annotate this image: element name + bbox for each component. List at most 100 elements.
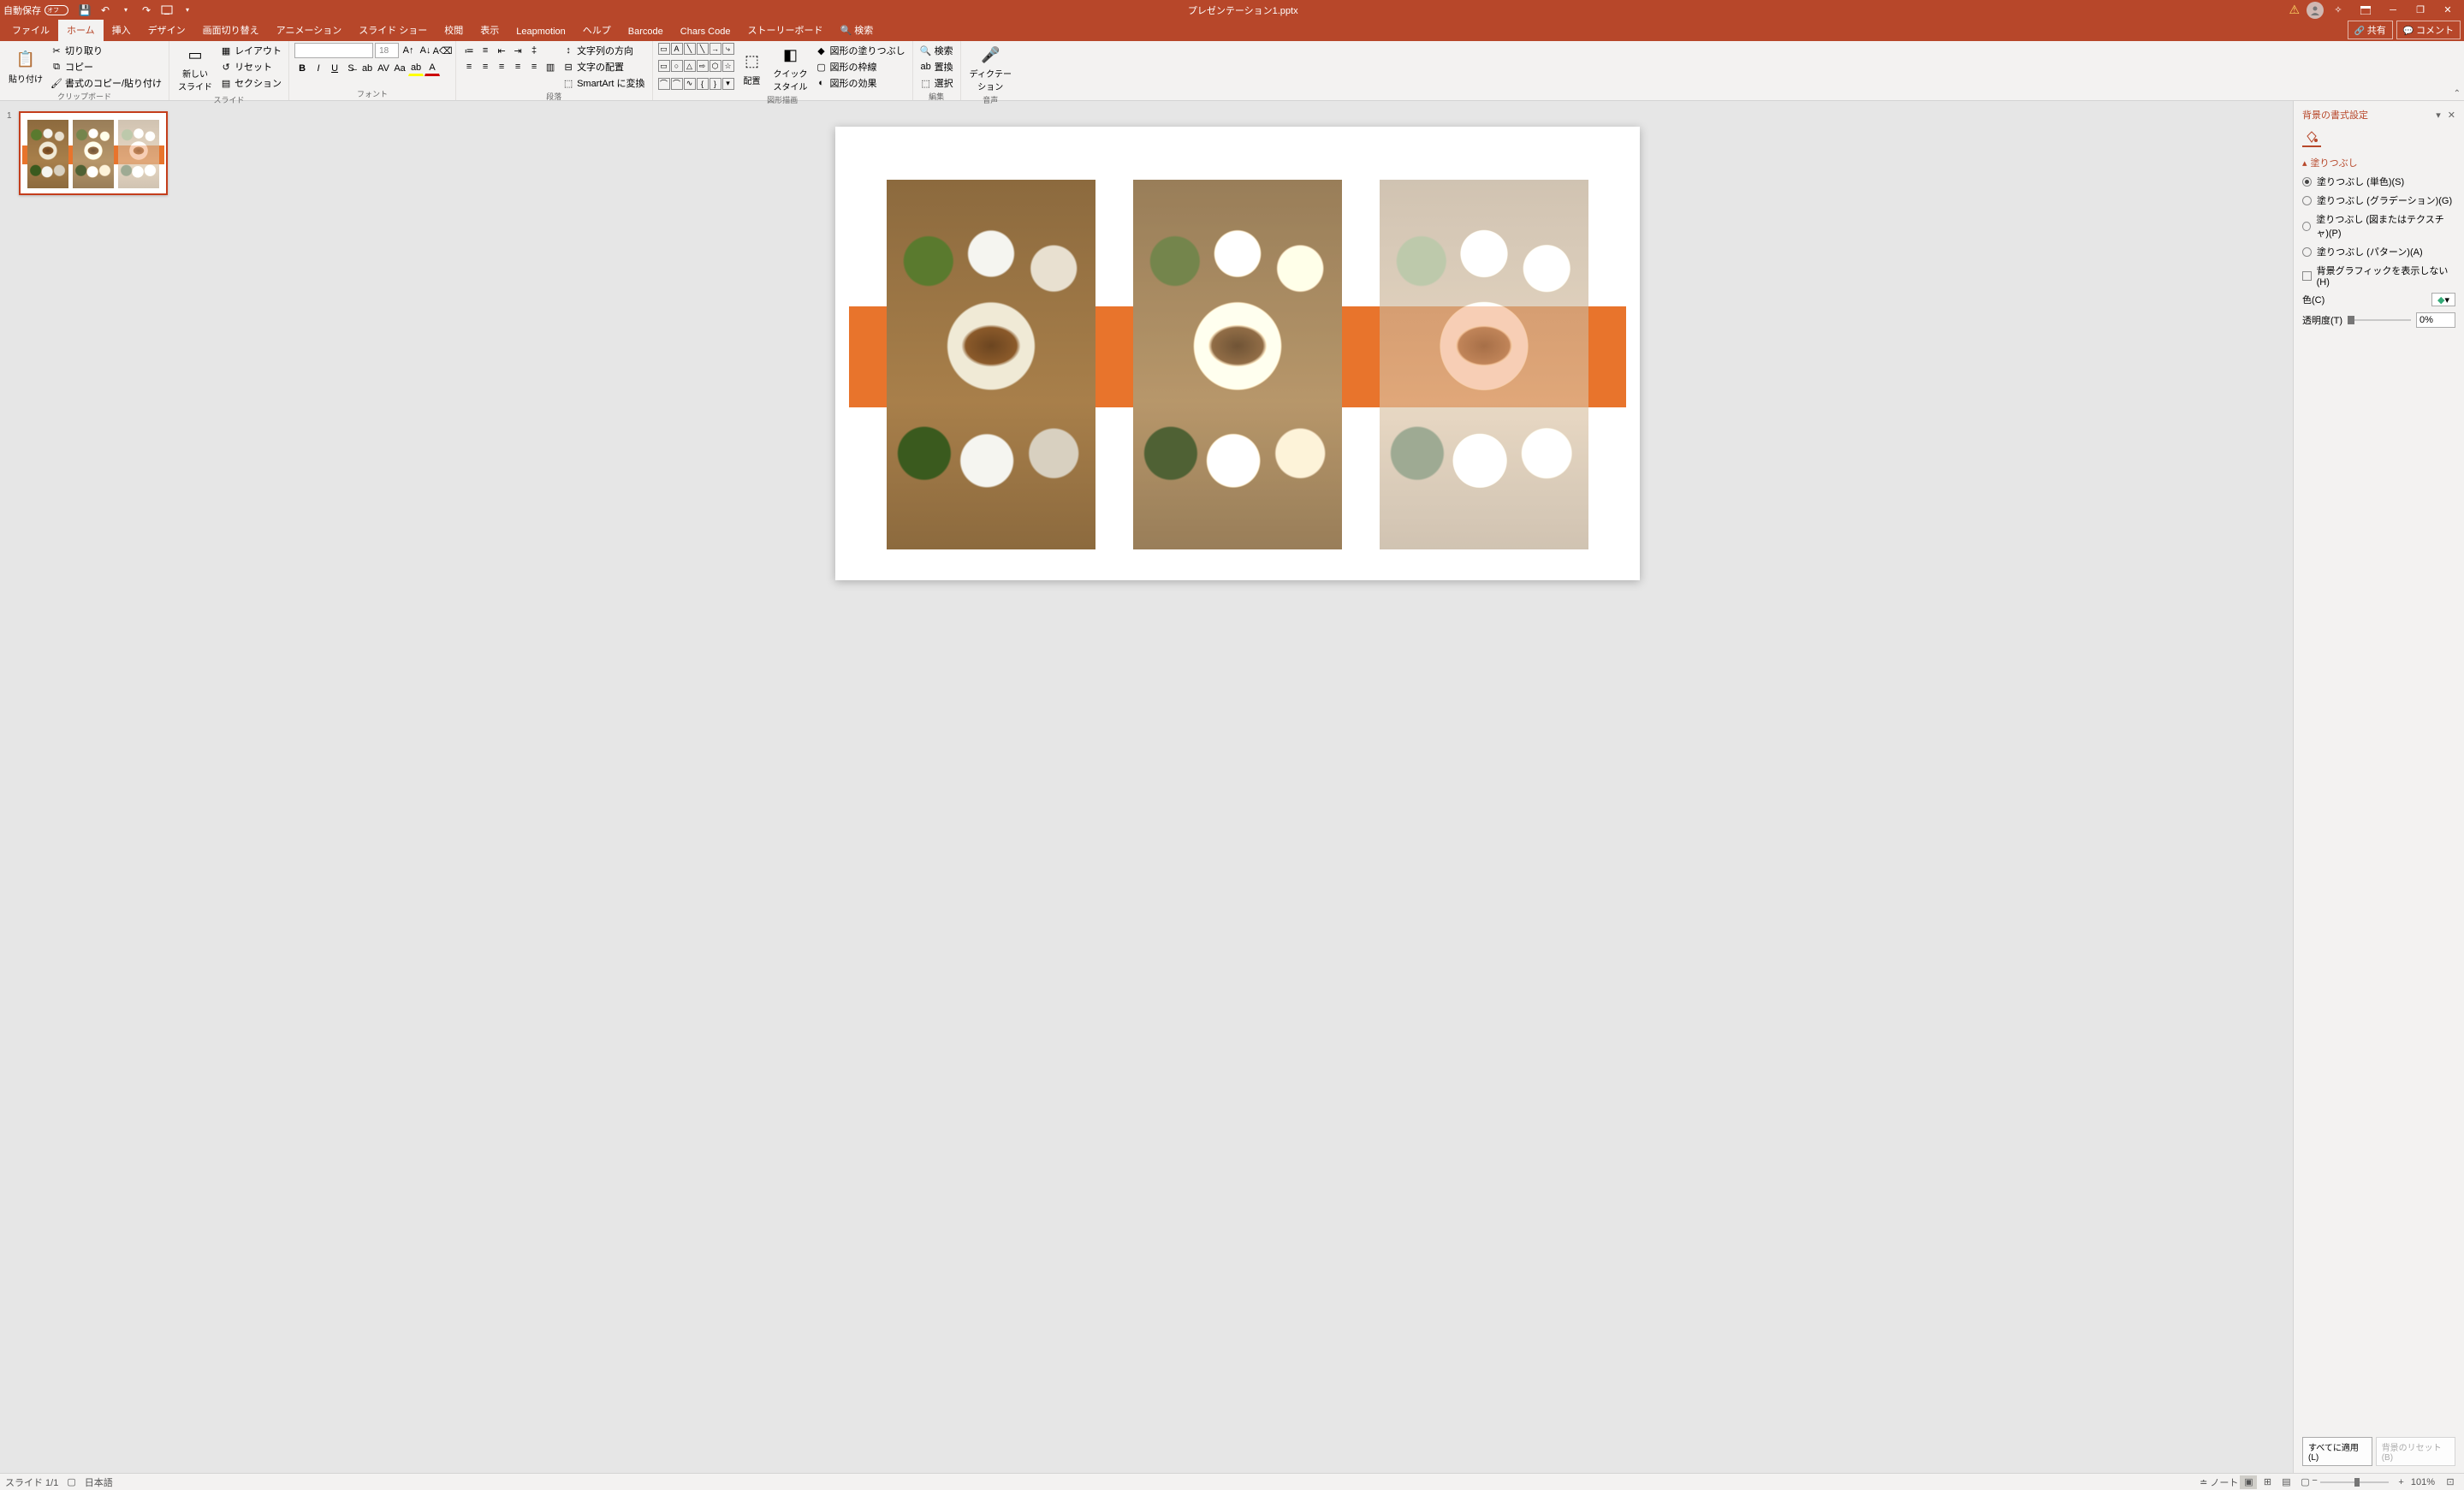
maximize-button[interactable]: ❐ xyxy=(2408,0,2433,20)
cut-button[interactable]: ✂切り取り xyxy=(49,43,163,58)
shape-fill-button[interactable]: ◆図形の塗りつぶし xyxy=(814,43,907,58)
clear-formatting-button[interactable]: A⌫ xyxy=(435,43,450,58)
fill-section-header[interactable]: ▴塗りつぶし xyxy=(2302,156,2455,169)
normal-view-button[interactable]: ▣ xyxy=(2240,1475,2257,1489)
shadow-button[interactable]: ab xyxy=(359,61,375,76)
coming-soon-icon[interactable]: ✧ xyxy=(2325,0,2351,20)
shape-rect2[interactable]: ▭ xyxy=(658,60,670,72)
shape-connector[interactable]: ⤷ xyxy=(722,43,734,55)
transparency-slider[interactable] xyxy=(2348,319,2411,321)
numbering-button[interactable]: ≡ xyxy=(478,43,493,58)
undo-button[interactable]: ↶ xyxy=(96,2,115,19)
align-text-button[interactable]: ⊟文字の配置 xyxy=(561,59,646,74)
pane-close-button[interactable]: ✕ xyxy=(2448,110,2455,121)
underline-button[interactable]: U xyxy=(327,61,342,76)
italic-button[interactable]: I xyxy=(311,61,326,76)
comments-button[interactable]: 💬 コメント xyxy=(2396,21,2461,39)
tab-view[interactable]: 表示 xyxy=(472,20,508,41)
arrange-button[interactable]: ⬚ 配置 xyxy=(737,43,768,94)
change-case-button[interactable]: Aa xyxy=(392,61,407,76)
shape-hex[interactable]: ⬡ xyxy=(710,60,721,72)
increase-font-button[interactable]: A↑ xyxy=(401,43,416,58)
tab-slideshow[interactable]: スライド ショー xyxy=(350,20,436,41)
fill-picture-radio[interactable]: 塗りつぶし (図またはテクスチャ)(P) xyxy=(2302,212,2455,240)
text-direction-button[interactable]: ↕文字列の方向 xyxy=(561,43,646,58)
slide-canvas[interactable] xyxy=(835,127,1640,580)
slide-thumbnails-panel[interactable]: 1 xyxy=(0,101,181,1473)
tab-barcode[interactable]: Barcode xyxy=(620,23,672,41)
tab-animations[interactable]: アニメーション xyxy=(268,20,351,41)
shape-effects-button[interactable]: ◐図形の効果 xyxy=(814,75,907,91)
shape-arc[interactable]: ⌒ xyxy=(658,78,670,90)
font-size-select[interactable]: 18 xyxy=(375,43,399,58)
tab-charscode[interactable]: Chars Code xyxy=(672,23,739,41)
decrease-indent-button[interactable]: ⇤ xyxy=(494,43,509,58)
strikethrough-button[interactable]: S̶ xyxy=(343,61,359,76)
start-from-beginning-button[interactable] xyxy=(157,2,176,19)
shape-brace-l[interactable]: { xyxy=(697,78,709,90)
close-button[interactable]: ✕ xyxy=(2435,0,2461,20)
search-button[interactable]: 🔍 検索 xyxy=(831,20,882,41)
warning-icon[interactable]: ⚠ xyxy=(2289,3,2300,17)
shape-outline-button[interactable]: ▢図形の枠線 xyxy=(814,59,907,74)
shape-text[interactable]: A xyxy=(671,43,683,55)
align-left-button[interactable]: ≡ xyxy=(461,59,477,74)
align-center-button[interactable]: ≡ xyxy=(478,59,493,74)
color-picker-button[interactable]: ◆▾ xyxy=(2431,293,2455,306)
thumbnail-slide-1[interactable]: 1 xyxy=(7,111,175,195)
tab-file[interactable]: ファイル xyxy=(3,20,58,41)
reset-button[interactable]: ↺リセット xyxy=(218,59,283,74)
line-spacing-button[interactable]: ‡ xyxy=(526,43,542,58)
char-spacing-button[interactable]: AV xyxy=(376,61,391,76)
smartart-button[interactable]: ⬚SmartArt に変換 xyxy=(561,75,646,91)
copy-button[interactable]: ⧉コピー xyxy=(49,59,163,74)
zoom-plus[interactable]: + xyxy=(2398,1477,2403,1487)
redo-button[interactable]: ↷ xyxy=(137,2,156,19)
shape-arrow[interactable]: → xyxy=(710,43,721,55)
shape-gallery[interactable]: ▭A╲╲→⤷ ▭○△⇨⬡☆ ⌒⌒∿{}▾ xyxy=(658,43,734,94)
paste-button[interactable]: 📋 貼り付け xyxy=(5,43,46,91)
shape-arc2[interactable]: ⌒ xyxy=(671,78,683,90)
distribute-button[interactable]: ≡ xyxy=(526,59,542,74)
tab-home[interactable]: ホーム xyxy=(58,20,104,41)
tab-design[interactable]: デザイン xyxy=(140,20,194,41)
shape-star[interactable]: ☆ xyxy=(722,60,734,72)
notes-button[interactable]: ≐ ノート xyxy=(2200,1475,2238,1489)
pane-tab-fill[interactable] xyxy=(2302,128,2321,147)
tab-help[interactable]: ヘルプ xyxy=(574,20,620,41)
shape-brace-r[interactable]: } xyxy=(710,78,721,90)
shape-line[interactable]: ╲ xyxy=(684,43,696,55)
tab-transitions[interactable]: 画面切り替え xyxy=(194,20,268,41)
decrease-font-button[interactable]: A↓ xyxy=(418,43,433,58)
reading-view-button[interactable]: ▤ xyxy=(2277,1475,2295,1489)
dictate-button[interactable]: 🎤 ディクテー ション xyxy=(966,43,1015,94)
highlight-button[interactable]: ab xyxy=(408,61,424,76)
minimize-button[interactable]: ─ xyxy=(2380,0,2406,20)
bullets-button[interactable]: ≔ xyxy=(461,43,477,58)
fit-to-window-button[interactable]: ⊡ xyxy=(2442,1475,2459,1489)
food-image-3[interactable] xyxy=(1380,180,1588,549)
find-button[interactable]: 🔍検索 xyxy=(918,43,955,58)
shape-line2[interactable]: ╲ xyxy=(697,43,709,55)
font-name-select[interactable] xyxy=(294,43,373,58)
thumbnail-preview[interactable] xyxy=(19,111,168,195)
tab-leapmotion[interactable]: Leapmotion xyxy=(508,23,574,41)
tab-insert[interactable]: 挿入 xyxy=(104,20,140,41)
layout-button[interactable]: ▦レイアウト xyxy=(218,43,283,58)
tab-storyboard[interactable]: ストーリーボード xyxy=(739,20,831,41)
apply-all-button[interactable]: すべてに適用(L) xyxy=(2302,1437,2372,1466)
new-slide-button[interactable]: ▭ 新しい スライド xyxy=(175,43,216,94)
justify-button[interactable]: ≡ xyxy=(510,59,525,74)
columns-button[interactable]: ▥ xyxy=(543,59,558,74)
share-button[interactable]: 🔗 共有 xyxy=(2348,21,2393,39)
ribbon-display-options[interactable] xyxy=(2353,0,2378,20)
zoom-value[interactable]: 101% xyxy=(2411,1477,2435,1487)
tab-review[interactable]: 校閲 xyxy=(436,20,472,41)
language-button[interactable]: 日本語 xyxy=(85,1475,113,1489)
collapse-ribbon-button[interactable]: ⌃ xyxy=(2454,89,2461,98)
slide-editor[interactable] xyxy=(181,101,2293,1473)
shape-oval[interactable]: ○ xyxy=(671,60,683,72)
pane-options-button[interactable]: ▾ xyxy=(2436,110,2441,121)
zoom-slider[interactable] xyxy=(2320,1481,2389,1483)
qat-customize[interactable]: ▾ xyxy=(178,2,197,19)
